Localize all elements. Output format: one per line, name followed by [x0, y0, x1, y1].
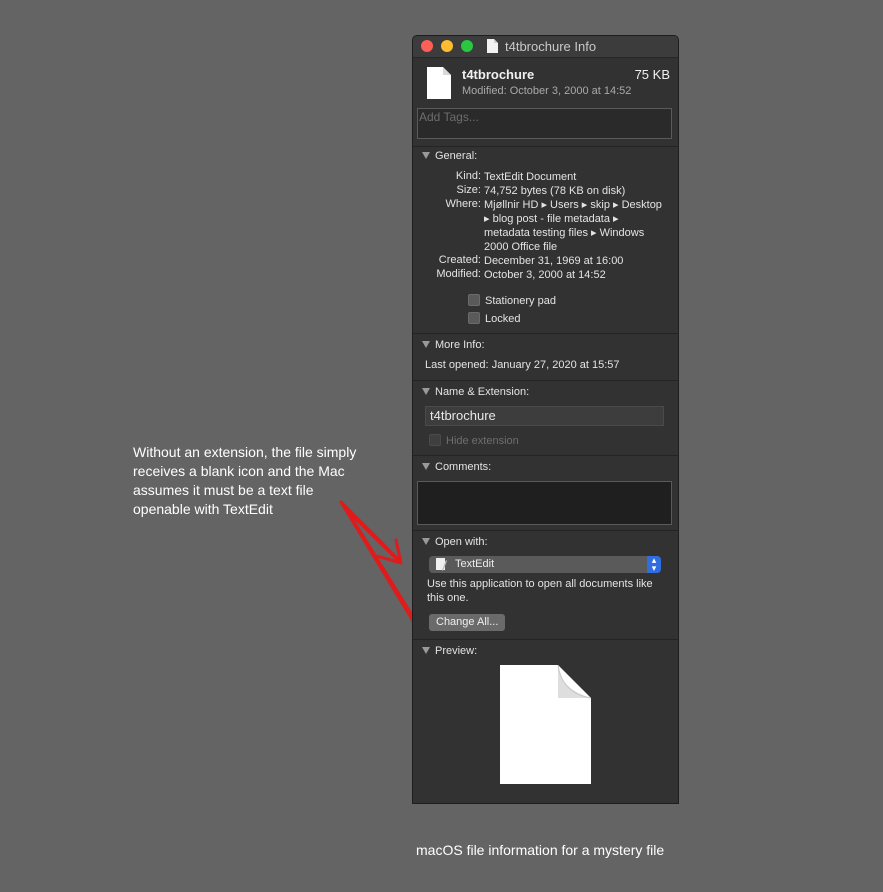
divider	[413, 380, 678, 381]
change-all-button[interactable]: Change All...	[429, 614, 506, 631]
disclosure-triangle-icon	[422, 537, 430, 545]
disclosure-triangle-icon	[422, 387, 430, 395]
comments-textarea[interactable]	[417, 481, 672, 525]
file-name: t4tbrochure	[462, 67, 535, 82]
annotation-text: Without an extension, the file simply re…	[133, 444, 357, 517]
divider	[413, 530, 678, 531]
last-opened-row: Last opened: January 27, 2020 at 15:57	[425, 359, 620, 371]
general-heading: General:	[435, 150, 478, 162]
checkbox-icon	[468, 294, 480, 307]
general-section-toggle[interactable]: General:	[422, 150, 477, 162]
tags-input[interactable]: Add Tags...	[417, 108, 672, 139]
more-info-section-toggle[interactable]: More Info:	[422, 339, 485, 351]
more-info-heading: More Info:	[435, 339, 485, 351]
info-window: t4tbrochure Info t4tbrochure 75 KB Modif…	[412, 35, 679, 804]
textedit-icon	[436, 558, 447, 571]
stationery-pad-checkbox[interactable]: Stationery pad	[468, 294, 556, 307]
file-icon	[427, 67, 451, 99]
size-label: Size:	[456, 184, 481, 196]
divider	[413, 146, 678, 147]
hide-extension-checkbox[interactable]: Hide extension	[429, 434, 519, 447]
disclosure-triangle-icon	[422, 462, 430, 470]
divider	[413, 639, 678, 640]
title-bar: t4tbrochure Info	[413, 36, 678, 58]
open-with-popup[interactable]: TextEdit ▴ ▾	[429, 556, 661, 573]
where-value: Mjøllnir HD ▸ Users ▸ skip ▸ Desktop ▸ b…	[484, 199, 662, 253]
divider	[413, 333, 678, 334]
last-opened-value: January 27, 2020 at 15:57	[491, 359, 620, 371]
open-with-description: Use this application to open all documen…	[427, 578, 653, 604]
kind-value: TextEdit Document	[484, 171, 577, 183]
file-modified: Modified: October 3, 2000 at 14:52	[462, 85, 632, 97]
minimize-button[interactable]	[441, 40, 453, 52]
kind-label: Kind:	[455, 170, 481, 182]
created-label: Created:	[438, 254, 481, 266]
checkbox-icon	[429, 434, 441, 447]
open-with-app: TextEdit	[455, 558, 495, 570]
name-extension-section-toggle[interactable]: Name & Extension:	[422, 386, 529, 398]
close-button[interactable]	[421, 40, 433, 52]
file-name-input[interactable]: t4tbrochure	[425, 406, 664, 426]
open-with-heading: Open with:	[435, 536, 488, 548]
hide-extension-label: Hide extension	[446, 435, 519, 447]
modified-label: Modified:	[436, 268, 481, 280]
modified-value: October 3, 2000 at 14:52	[484, 269, 606, 281]
preview-section-toggle[interactable]: Preview:	[422, 645, 477, 657]
comments-heading: Comments:	[435, 461, 492, 473]
document-icon	[487, 39, 498, 53]
chevron-up-down-icon: ▴ ▾	[647, 556, 661, 573]
disclosure-triangle-icon	[422, 151, 430, 159]
window-title: t4tbrochure Info	[505, 39, 597, 54]
zoom-button[interactable]	[461, 40, 473, 52]
last-opened-label: Last opened:	[425, 359, 489, 371]
caption: macOS file information for a mystery fil…	[416, 842, 665, 858]
comments-section-toggle[interactable]: Comments:	[422, 461, 491, 473]
disclosure-triangle-icon	[422, 646, 430, 654]
divider	[413, 455, 678, 456]
locked-checkbox[interactable]: Locked	[468, 312, 521, 325]
name-extension-heading: Name & Extension:	[435, 386, 530, 398]
open-with-section-toggle[interactable]: Open with:	[422, 536, 488, 548]
preview-heading: Preview:	[435, 645, 478, 657]
stationery-pad-label: Stationery pad	[485, 295, 556, 307]
where-label: Where:	[445, 198, 481, 210]
file-size: 75 KB	[634, 67, 670, 82]
disclosure-triangle-icon	[422, 340, 430, 348]
checkbox-icon	[468, 312, 480, 325]
size-value: 74,752 bytes (78 KB on disk)	[484, 185, 626, 197]
created-value: December 31, 1969 at 16:00	[484, 255, 624, 267]
locked-label: Locked	[485, 313, 521, 325]
blank-document-preview-icon	[500, 665, 591, 784]
